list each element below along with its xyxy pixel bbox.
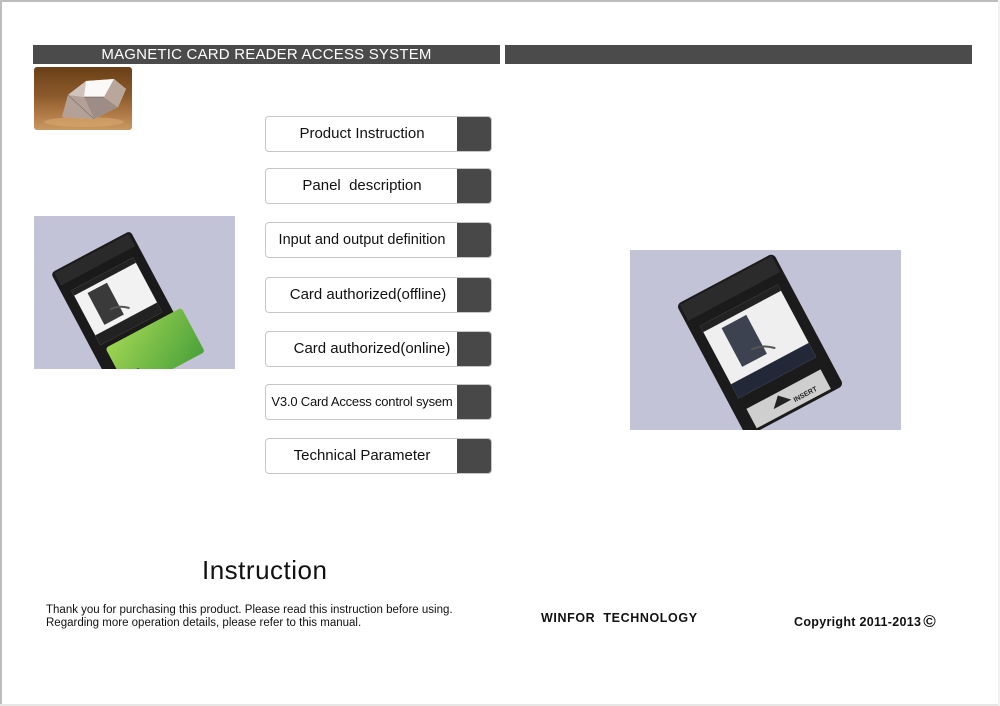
menu-item-card-authorized-offline[interactable]: Card authorized(offline) xyxy=(265,277,492,313)
menu-item-tab xyxy=(457,117,491,151)
menu-item-tab xyxy=(457,223,491,257)
card-reader-icon: INSERT xyxy=(677,254,843,430)
intro-line-1: Thank you for purchasing this product. P… xyxy=(46,604,453,616)
menu-item-tab xyxy=(457,385,491,419)
header-right-bar xyxy=(505,45,972,64)
card-reader-photo: INSERT xyxy=(630,250,901,430)
diamond-icon xyxy=(44,79,126,127)
menu-item-label: Technical Parameter xyxy=(293,447,431,464)
menu-item-label: Card authorized(online) xyxy=(293,340,451,357)
menu-item-v3-card-access-control[interactable]: V3.0 Card Access control sysem xyxy=(265,384,492,420)
menu-item-tab xyxy=(457,439,491,473)
document-title: Instruction xyxy=(202,555,328,585)
menu-item-tab xyxy=(457,278,491,312)
menu-item-product-instruction[interactable]: Product Instruction xyxy=(265,116,492,152)
card-reader-icon xyxy=(52,232,204,369)
menu-item-label: Product Instruction xyxy=(299,125,425,142)
intro-text: Thank you for purchasing this product. P… xyxy=(46,604,453,630)
menu-item-label: V3.0 Card Access control sysem xyxy=(271,394,453,409)
copyright-text: Copyright 2011-2013 xyxy=(794,615,922,629)
card-reader-with-card-photo xyxy=(34,216,235,369)
menu-item-input-output-definition[interactable]: Input and output definition xyxy=(265,222,492,258)
company-name: WINFOR TECHNOLOGY xyxy=(541,611,698,625)
menu-item-label: Panel description xyxy=(302,177,422,194)
header-title-bar: MAGNETIC CARD READER ACCESS SYSTEM xyxy=(33,45,500,64)
menu-item-card-authorized-online[interactable]: Card authorized(online) xyxy=(265,331,492,367)
diamond-thumbnail xyxy=(34,67,132,130)
header-title: MAGNETIC CARD READER ACCESS SYSTEM xyxy=(101,46,432,63)
menu-item-tab xyxy=(457,332,491,366)
intro-line-2: Regarding more operation details, please… xyxy=(46,617,362,629)
menu-item-label: Input and output definition xyxy=(278,232,446,248)
page-border-left xyxy=(0,0,2,706)
copyright: Copyright 2011-2013 © xyxy=(794,611,936,631)
menu-item-tab xyxy=(457,169,491,203)
menu-item-panel-description[interactable]: Panel description xyxy=(265,168,492,204)
menu-item-technical-parameter[interactable]: Technical Parameter xyxy=(265,438,492,474)
copyright-icon: © xyxy=(923,612,937,631)
page-border-top xyxy=(0,0,1000,2)
menu-item-label: Card authorized(offline) xyxy=(289,286,447,303)
